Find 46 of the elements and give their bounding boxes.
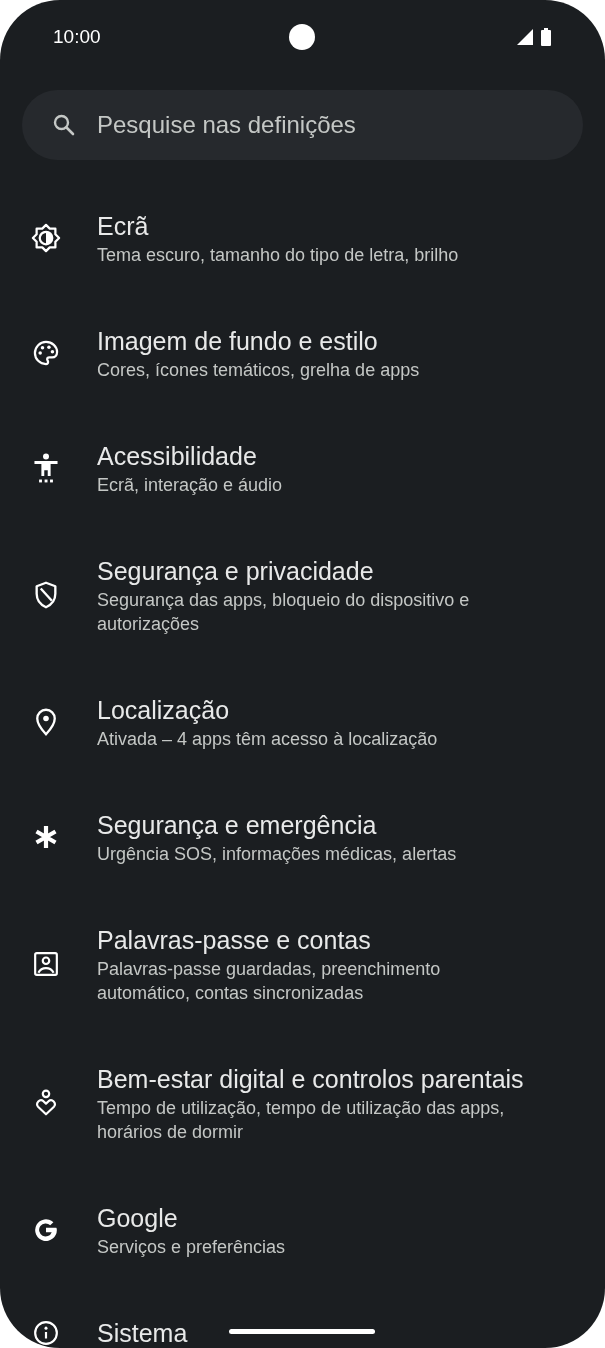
settings-item[interactable]: Google Serviços e preferências — [0, 1174, 605, 1289]
signal-icon — [517, 29, 533, 45]
settings-item[interactable]: Ecrã Tema escuro, tamanho do tipo de letra, brilho — [0, 182, 605, 297]
search-field[interactable]: Pesquise nas definições — [22, 90, 583, 160]
battery-icon — [541, 28, 551, 46]
item-title: Ecrã — [97, 211, 150, 242]
info-icon — [32, 1320, 59, 1346]
asterisk-icon — [33, 825, 58, 849]
location-pin-icon — [34, 708, 57, 736]
settings-item[interactable]: Bem-estar digital e controlos parentais Tempo de utilização, tempo de utilização das apps, horários de dormir — [0, 1035, 605, 1174]
person-heart-icon — [34, 1089, 57, 1117]
item-title: Acessibilidade — [97, 441, 258, 472]
item-title: Palavras-passe e contas — [97, 925, 372, 956]
settings-item[interactable]: Sistema — [0, 1289, 605, 1348]
settings-item[interactable]: Segurança e emergência Urgência SOS, informações médicas, alertas — [0, 781, 605, 896]
item-subtitle: Ecrã, interação e áudio — [97, 474, 283, 497]
brightness-icon — [30, 223, 61, 253]
settings-item[interactable]: Segurança e privacidade Segurança das apps, bloqueio do dispositivo e autorizações — [0, 527, 605, 666]
item-title: Imagem de fundo e estilo — [97, 326, 379, 357]
camera-cutout — [289, 24, 315, 50]
shield-icon — [33, 581, 58, 609]
settings-item[interactable]: Palavras-passe e contas Palavras-passe guardadas, preenchimento automático, contas sincronizadas — [0, 896, 605, 1035]
item-subtitle: Cores, ícones temáticos, grelha de apps — [97, 359, 420, 382]
item-subtitle: Segurança das apps, bloqueio do dispositivo e autorizações — [97, 589, 471, 636]
item-title: Segurança e privacidade — [97, 556, 375, 587]
item-title: Sistema — [97, 1318, 188, 1348]
gesture-handle[interactable] — [229, 1329, 375, 1334]
item-title: Segurança e emergência — [97, 810, 378, 841]
item-title: Google — [97, 1203, 179, 1234]
settings-item[interactable]: Imagem de fundo e estilo Cores, ícones temáticos, grelha de apps — [0, 297, 605, 412]
palette-icon — [31, 339, 60, 367]
item-subtitle: Palavras-passe guardadas, preenchimento automático, contas sincronizadas — [97, 958, 442, 1005]
item-title: Bem-estar digital e controlos parentais — [97, 1064, 522, 1095]
item-subtitle: Ativada – 4 apps têm acesso à localização — [97, 728, 438, 751]
status-time: 10:00 — [53, 26, 101, 48]
account-box-icon — [32, 951, 59, 977]
search-icon — [52, 113, 76, 137]
item-subtitle: Tempo de utilização, tempo de utilização das apps, horários de dormir — [97, 1097, 506, 1144]
g-icon — [32, 1217, 59, 1243]
settings-item[interactable]: Localização Ativada – 4 apps têm acesso à localização — [0, 666, 605, 781]
item-subtitle: Urgência SOS, informações médicas, alertas — [97, 843, 457, 866]
item-subtitle: Serviços e preferências — [97, 1236, 286, 1259]
settings-item[interactable]: Acessibilidade Ecrã, interação e áudio — [0, 412, 605, 527]
item-title: Localização — [97, 695, 231, 726]
item-subtitle: Tema escuro, tamanho do tipo de letra, brilho — [97, 244, 459, 267]
accessibility-icon — [32, 453, 59, 483]
